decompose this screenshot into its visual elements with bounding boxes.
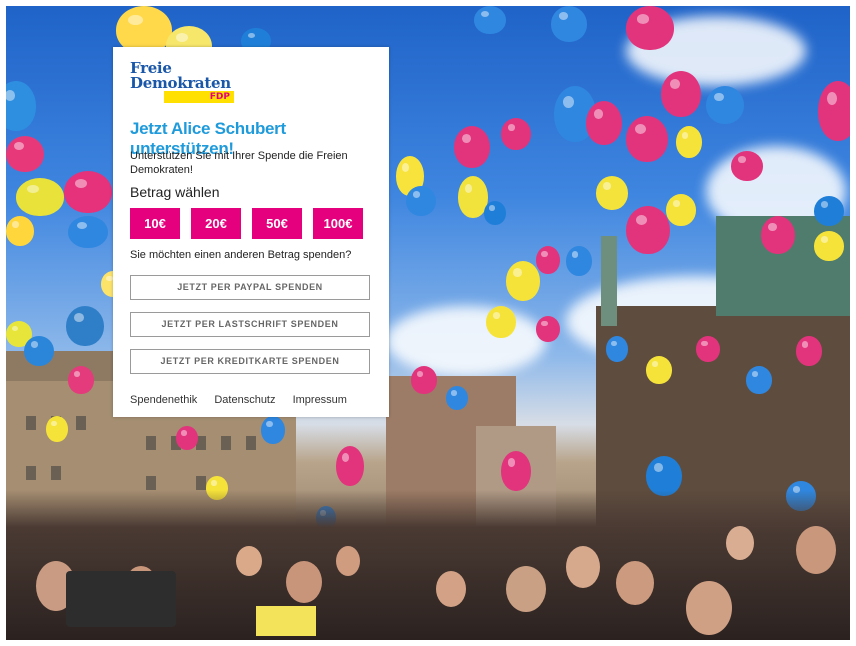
kreditkarte-donate-button[interactable]: JETZT PER KREDITKARTE SPENDEN xyxy=(130,349,370,374)
amount-button-100[interactable]: 100€ xyxy=(313,208,363,239)
amount-heading: Betrag wählen xyxy=(130,184,220,200)
paypal-donate-button[interactable]: JETZT PER PAYPAL SPENDEN xyxy=(130,275,370,300)
footer-link-impressum[interactable]: Impressum xyxy=(293,394,347,406)
donation-card: Freie Demokraten FDP Jetzt Alice Schuber… xyxy=(113,47,389,417)
intro-text: Unterstützen Sie mit Ihrer Spende die Fr… xyxy=(130,150,348,176)
logo-line-2: Demokraten xyxy=(130,74,231,92)
fdp-logo[interactable]: Freie Demokraten FDP xyxy=(130,61,234,103)
amount-button-50[interactable]: 50€ xyxy=(252,208,302,239)
lastschrift-donate-button[interactable]: JETZT PER LASTSCHRIFT SPENDEN xyxy=(130,312,370,337)
amount-button-20[interactable]: 20€ xyxy=(191,208,241,239)
amount-options: 10€ 20€ 50€ 100€ xyxy=(130,208,375,239)
amount-button-10[interactable]: 10€ xyxy=(130,208,180,239)
footer-links: Spendenethik Datenschutz Impressum xyxy=(130,394,361,406)
footer-link-datenschutz[interactable]: Datenschutz xyxy=(214,394,275,406)
logo-fdp-badge: FDP xyxy=(164,91,234,103)
other-amount-link[interactable]: Sie möchten einen anderen Betrag spenden… xyxy=(130,249,351,261)
footer-link-spendenethik[interactable]: Spendenethik xyxy=(130,394,197,406)
